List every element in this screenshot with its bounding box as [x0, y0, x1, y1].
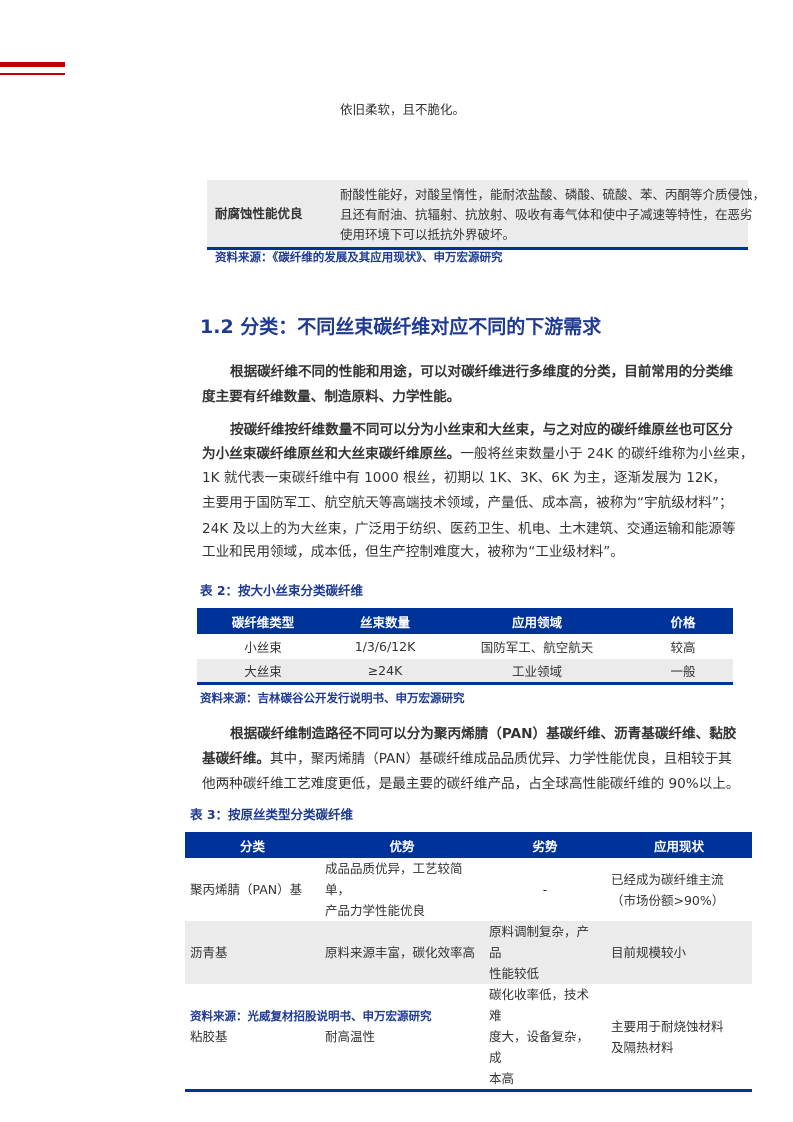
table3-title: 表 3：按原丝类型分类碳纤维 — [190, 807, 354, 822]
cell-line: 沥青基 — [190, 945, 228, 960]
column-header: 应用领域 — [441, 608, 633, 634]
cell: 大丝束 — [244, 663, 282, 679]
cell: 工业领域 — [511, 663, 562, 679]
table1-source: 资料来源：《碳纤维的发展及其应用现状》、申万宏源研究 — [215, 250, 503, 264]
body-text: 1K 就代表一束碳纤维中有 1000 根丝，初期以 1K、3K、6K 为主，逐渐… — [202, 470, 727, 486]
cell: 沥青基 — [185, 921, 320, 984]
cell: 原料调制复杂，产品性能较低 — [484, 921, 606, 984]
cell: 聚丙烯腈（PAN）基 — [185, 858, 320, 921]
paragraph-line: 他两种碳纤维工艺难度更低，是最主要的碳纤维产品，占全球高性能碳纤维的 90%以上… — [202, 772, 740, 792]
cell-line: 粘胶基 — [190, 1029, 228, 1044]
table-continued-text: 依旧柔软，且不脆化。 — [340, 102, 466, 117]
cell-line: 本高 — [489, 1071, 515, 1086]
table3: 分类 优势 劣势 应用现状 聚丙烯腈（PAN）基 成品品质优异，工艺较简单， 产品力… — [185, 832, 752, 1092]
cell-line: 原料调制复杂，产品 — [489, 924, 590, 960]
table-row: 粘胶基 耐高温性 碳化收率低，技术难 度大，设备复杂，成 本高 主要用于耐烧蚀材料 及隔热材… — [185, 984, 752, 1091]
table-header-row: 碳纤维类型 丝束数量 应用领域 价格 — [197, 608, 733, 634]
bold-text: 基碳纤维。 — [202, 751, 270, 767]
row-label: 耐腐蚀性能优良 — [215, 206, 303, 221]
cell-line: 成品品质优异，工艺较简单， — [325, 861, 463, 897]
paragraph-line: 根据碳纤维制造路径不同可以分为聚丙烯腈（PAN）基碳纤维、沥青基碳纤维、黏胶 — [230, 722, 736, 742]
column-header: 分类 — [185, 832, 320, 858]
cell: 目前规模较小 — [606, 921, 752, 984]
body-text: 一般将丝束数量小于 24K 的碳纤维称为小丝束， — [460, 446, 754, 462]
row-line: 使用环境下可以抵抗外界破坏。 — [340, 227, 516, 242]
bold-text: 为小丝束碳纤维原丝和大丝束碳纤维原丝。 — [202, 446, 461, 462]
table2-source: 资料来源：吉林碳谷公开发行说明书、申万宏源研究 — [200, 691, 465, 705]
body-text: 其中，聚丙烯腈（PAN）基碳纤维成品品质优异、力学性能优良，且相较于其 — [269, 751, 732, 767]
cell: ≥24K — [367, 662, 403, 678]
cell: 成品品质优异，工艺较简单， 产品力学性能优良 — [320, 858, 484, 921]
paragraph-line: 1K 就代表一束碳纤维中有 1000 根丝，初期以 1K、3K、6K 为主，逐渐… — [202, 466, 726, 486]
body-text: 主要用于国防军工、航空航天等高端技术领域，产量低、成本高，被称为“宇航级材料”； — [202, 495, 733, 511]
row-description: 耐酸性能好，对酸呈惰性，能耐浓盐酸、磷酸、硫酸、苯、丙酮等介质侵蚀， 且还有耐油… — [340, 185, 765, 245]
header-red-bar — [0, 62, 65, 67]
cell-line: 碳化收率低，技术难 — [489, 987, 590, 1023]
body-text: 工业和民用领域，成本低，但生产控制难度大，被称为“工业级材料”。 — [202, 544, 624, 560]
table-row: 沥青基 原料来源丰富，碳化效率高 原料调制复杂，产品 性能较低 目前规模较小 — [185, 921, 752, 984]
cell-line: 耐高温性 — [325, 1029, 376, 1044]
cell-line: 主要用于耐烧蚀材料 — [611, 1018, 724, 1034]
table2: 碳纤维类型 丝束数量 应用领域 价格 小丝束 1/3/6/12K 国防军工、航空… — [197, 608, 733, 685]
cell: 主要用于耐烧蚀材料 及隔热材料 — [606, 984, 752, 1091]
paragraph-line: 基碳纤维。其中，聚丙烯腈（PAN）基碳纤维成品品质优异、力学性能优良，且相较于其 — [202, 747, 732, 767]
table-row: 大丝束 ≥24K 工业领域 一般 — [197, 659, 733, 683]
cell-line: 性能较低 — [489, 966, 540, 981]
cell-line: 目前规模较小 — [611, 945, 687, 960]
cell-line: 及隔热材料 — [611, 1039, 674, 1055]
cell: 碳化收率低，技术难 度大，设备复杂，成本高 — [484, 984, 606, 1091]
cell: 已经成为碳纤维主流 （市场份额>90%） — [606, 858, 752, 921]
column-header: 劣势 — [484, 832, 606, 858]
cell-line: 产品力学性能优良 — [325, 903, 426, 918]
cell: 原料来源丰富，碳化效率高 — [320, 921, 484, 984]
paragraph-line: 度主要有纤维数量、制造原料、力学性能。 — [202, 385, 460, 405]
cell-line: （市场份额>90%） — [611, 892, 725, 908]
table3-source: 资料来源：光威复材招股说明书、申万宏源研究 — [190, 1009, 432, 1023]
section-heading: 1.2 分类：不同丝束碳纤维对应不同的下游需求 — [200, 316, 602, 338]
paragraph-line: 为小丝束碳纤维原丝和大丝束碳纤维原丝。一般将丝束数量小于 24K 的碳纤维称为小… — [202, 442, 753, 462]
bold-text: 按碳纤维按纤维数量不同可以分为小丝束和大丝束，与之对应的碳纤维原丝也可区分 — [230, 422, 733, 438]
cell: 小丝束 — [244, 640, 282, 655]
bold-text: 根据碳纤维制造路径不同可以分为聚丙烯腈（PAN）基碳纤维、沥青基碳纤维、黏胶 — [230, 726, 737, 742]
bold-text: 度主要有纤维数量、制造原料、力学性能。 — [202, 389, 461, 405]
column-header: 优势 — [320, 832, 484, 858]
cell: - — [484, 858, 606, 921]
paragraph-line: 24K 及以上的为大丝束，广泛用于纺织、医药卫生、机电、土木建筑、交通运输和能源… — [202, 517, 736, 537]
cell: 耐高温性 — [320, 984, 484, 1091]
header-red-line — [0, 73, 65, 75]
paragraph-line: 根据碳纤维不同的性能和用途，可以对碳纤维进行多维度的分类，目前常用的分类维 — [230, 360, 733, 380]
table-header-row: 分类 优势 劣势 应用现状 — [185, 832, 752, 858]
body-text: 他两种碳纤维工艺难度更低，是最主要的碳纤维产品，占全球高性能碳纤维的 90%以上… — [202, 776, 740, 792]
cell-line: - — [542, 882, 548, 897]
table2-title: 表 2：按大小丝束分类碳纤维 — [200, 583, 364, 598]
paragraph-line: 主要用于国防军工、航空航天等高端技术领域，产量低、成本高，被称为“宇航级材料”； — [202, 491, 733, 511]
document-page: 依旧柔软，且不脆化。 耐腐蚀性能优良 耐酸性能好，对酸呈惰性，能耐浓盐酸、磷酸、… — [0, 0, 793, 1122]
paragraph-line: 按碳纤维按纤维数量不同可以分为小丝束和大丝束，与之对应的碳纤维原丝也可区分 — [230, 418, 733, 438]
cell-line: 原料来源丰富，碳化效率高 — [325, 945, 476, 960]
cell: 粘胶基 — [185, 984, 320, 1091]
cell: 一般 — [670, 663, 696, 679]
column-header: 碳纤维类型 — [197, 608, 329, 634]
table1-row: 耐腐蚀性能优良 耐酸性能好，对酸呈惰性，能耐浓盐酸、磷酸、硫酸、苯、丙酮等介质侵… — [207, 180, 765, 250]
cell-line: 度大，设备复杂，成 — [489, 1029, 590, 1065]
row-line: 且还有耐油、抗辐射、抗放射、吸收有毒气体和使中子减速等特性，在恶劣 — [340, 207, 753, 222]
column-header: 应用现状 — [606, 832, 752, 858]
body-text: 24K 及以上的为大丝束，广泛用于纺织、医药卫生、机电、土木建筑、交通运输和能源… — [202, 521, 736, 537]
cell: 国防军工、航空航天 — [480, 640, 594, 655]
cell-line: 已经成为碳纤维主流 — [611, 871, 724, 887]
cell-line: 聚丙烯腈（PAN）基 — [190, 882, 303, 897]
table-row: 聚丙烯腈（PAN）基 成品品质优异，工艺较简单， 产品力学性能优良 - 已经成为碳纤维主… — [185, 858, 752, 921]
cell: 较高 — [670, 640, 696, 655]
cell: 1/3/6/12K — [354, 639, 416, 654]
table-row: 小丝束 1/3/6/12K 国防军工、航空航天 较高 — [197, 634, 733, 659]
column-header: 价格 — [633, 608, 733, 634]
column-header: 丝束数量 — [329, 608, 441, 634]
paragraph-line: 工业和民用领域，成本低，但生产控制难度大，被称为“工业级材料”。 — [202, 540, 624, 560]
row-line: 耐酸性能好，对酸呈惰性，能耐浓盐酸、磷酸、硫酸、苯、丙酮等介质侵蚀， — [340, 187, 766, 202]
bold-text: 根据碳纤维不同的性能和用途，可以对碳纤维进行多维度的分类，目前常用的分类维 — [230, 364, 733, 380]
